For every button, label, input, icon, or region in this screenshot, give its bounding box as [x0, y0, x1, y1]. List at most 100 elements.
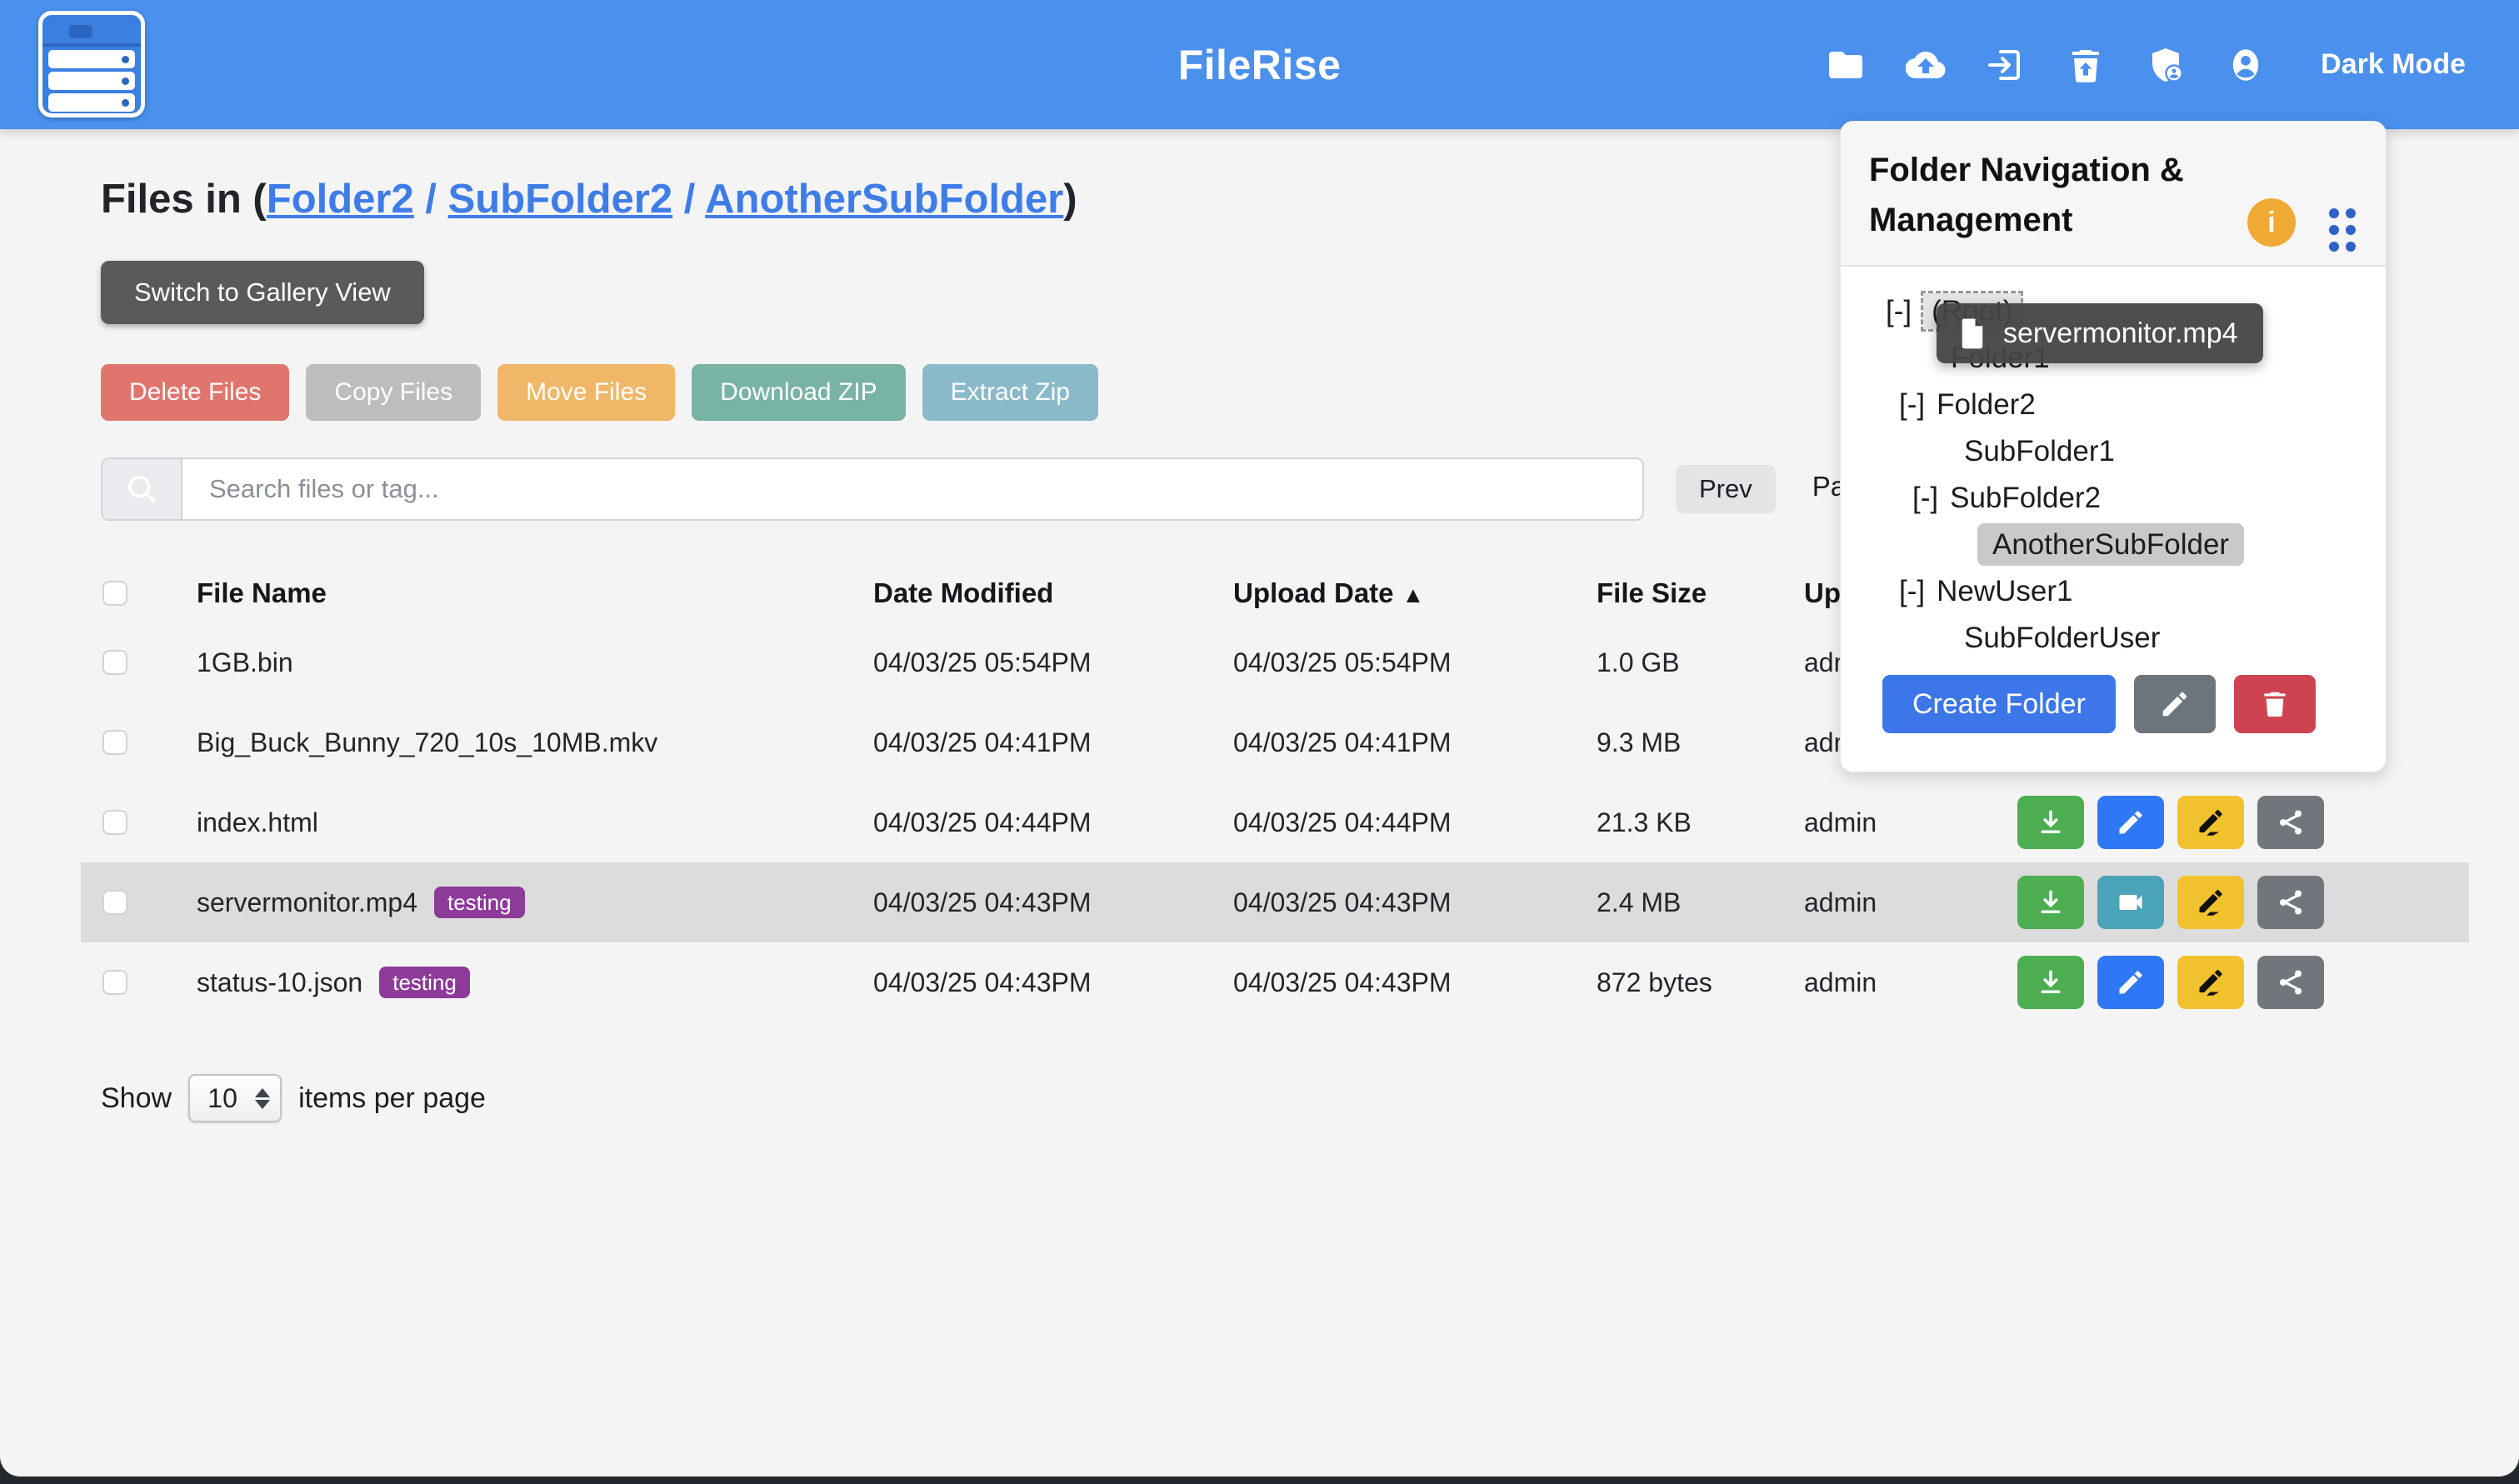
rename-folder-button[interactable] [2134, 675, 2216, 733]
row-checkbox[interactable] [102, 810, 127, 835]
folder-label[interactable]: SubFolder2 [1950, 482, 2101, 514]
switch-gallery-view-button[interactable]: Switch to Gallery View [101, 261, 424, 324]
column-header-upload-date[interactable]: Upload Date▲ [1233, 577, 1597, 609]
tree-collapse-toggle[interactable]: [-] [1886, 295, 1912, 327]
file-tag-badge: testing [434, 887, 525, 918]
delete-files-button[interactable]: Delete Files [101, 364, 289, 421]
folder-label[interactable]: Folder2 [1937, 388, 2036, 421]
folder-label[interactable]: AnotherSubFolder [1977, 523, 2244, 566]
restore-trash-icon[interactable] [2066, 45, 2106, 85]
app-header: FileRise Dark Mode [0, 0, 2519, 129]
download-file-button[interactable] [2017, 876, 2084, 929]
row-actions [2017, 876, 2324, 929]
upload-date: 04/03/25 04:43PM [1233, 967, 1597, 998]
uploader: admin [1804, 887, 2017, 918]
tag-file-button[interactable] [2177, 956, 2244, 1009]
breadcrumb-prefix: Files in ( [101, 177, 267, 222]
items-per-page-value: 10 [190, 1083, 255, 1114]
cloud-upload-icon[interactable] [1906, 45, 1946, 85]
row-checkbox[interactable] [102, 970, 127, 995]
file-size: 9.3 MB [1597, 727, 1804, 758]
file-name[interactable]: index.html [197, 807, 318, 838]
items-per-page: Show 10 items per page [101, 1074, 2519, 1122]
search-icon [102, 459, 182, 519]
file-size: 1.0 GB [1597, 647, 1804, 678]
move-files-button[interactable]: Move Files [497, 364, 675, 421]
download-zip-button[interactable]: Download ZIP [692, 364, 905, 421]
table-row: status-10.jsontesting04/03/25 04:43PM04/… [81, 942, 2469, 1022]
video-file-button[interactable] [2097, 876, 2164, 929]
select-all-checkbox[interactable] [102, 581, 127, 606]
folder-label[interactable]: SubFolderUser [1964, 622, 2160, 654]
table-row: index.html04/03/25 04:44PM04/03/25 04:44… [81, 782, 2469, 862]
admin-shield-icon[interactable] [2146, 45, 2186, 85]
file-name[interactable]: 1GB.bin [197, 647, 293, 678]
row-checkbox[interactable] [102, 730, 127, 755]
search-input[interactable] [182, 459, 1642, 519]
breadcrumb-link[interactable]: SubFolder2 [448, 177, 673, 222]
share-file-button[interactable] [2257, 796, 2324, 849]
breadcrumb-link[interactable]: Folder2 [267, 177, 414, 222]
share-file-button[interactable] [2257, 876, 2324, 929]
folder-icon[interactable] [1826, 45, 1866, 85]
folder-label[interactable]: SubFolder1 [1964, 435, 2115, 467]
tree-collapse-toggle[interactable]: [-] [1899, 575, 1925, 607]
folder-label[interactable]: NewUser1 [1937, 575, 2072, 607]
folder-panel-buttons: Create Folder [1841, 675, 2386, 772]
select-arrows-icon [255, 1088, 270, 1109]
dark-mode-toggle[interactable]: Dark Mode [2321, 48, 2466, 81]
folder-tree-item[interactable]: [-] Folder2 [1841, 382, 2386, 428]
uploader: admin [1804, 967, 2017, 998]
extract-zip-button[interactable]: Extract Zip [922, 364, 1098, 421]
download-file-button[interactable] [2017, 956, 2084, 1009]
edit-file-button[interactable] [2097, 956, 2164, 1009]
items-per-page-label: items per page [298, 1082, 486, 1115]
row-checkbox[interactable] [102, 890, 127, 915]
date-modified: 04/03/25 04:44PM [873, 807, 1233, 838]
sort-asc-icon: ▲ [1402, 582, 1425, 607]
file-name[interactable]: servermonitor.mp4 [197, 887, 417, 918]
items-per-page-select[interactable]: 10 [188, 1074, 282, 1122]
folder-tree-item[interactable]: SubFolderUser [1841, 615, 2386, 662]
tree-collapse-toggle[interactable]: [-] [1912, 482, 1938, 514]
tree-collapse-toggle[interactable]: [-] [1899, 388, 1925, 421]
file-name[interactable]: status-10.json [197, 967, 362, 998]
dragged-file-name: servermonitor.mp4 [2003, 317, 2238, 350]
row-actions [2017, 796, 2324, 849]
create-folder-button[interactable]: Create Folder [1882, 675, 2116, 733]
drag-handle-icon[interactable] [2329, 208, 2356, 252]
download-file-button[interactable] [2017, 796, 2084, 849]
copy-files-button[interactable]: Copy Files [306, 364, 481, 421]
file-size: 2.4 MB [1597, 887, 1804, 918]
header-toolbar: Dark Mode [1826, 45, 2466, 85]
breadcrumb-link[interactable]: AnotherSubFolder [705, 177, 1063, 222]
tag-file-button[interactable] [2177, 876, 2244, 929]
folder-tree-item[interactable]: [-] NewUser1 [1841, 568, 2386, 615]
drag-ghost-tooltip: servermonitor.mp4 [1937, 303, 2263, 363]
search-group [101, 457, 1644, 521]
folder-tree-item[interactable]: SubFolder1 [1841, 428, 2386, 475]
sign-in-icon[interactable] [1986, 45, 2026, 85]
date-modified: 04/03/25 04:41PM [873, 727, 1233, 758]
row-checkbox[interactable] [102, 650, 127, 675]
folder-tree-item[interactable]: AnotherSubFolder [1841, 522, 2386, 568]
tag-file-button[interactable] [2177, 796, 2244, 849]
edit-file-button[interactable] [2097, 796, 2164, 849]
date-modified: 04/03/25 04:43PM [873, 887, 1233, 918]
file-size: 21.3 KB [1597, 807, 1804, 838]
breadcrumb-separator: / [672, 177, 705, 222]
folder-tree-item[interactable]: [-] SubFolder2 [1841, 475, 2386, 522]
breadcrumb-separator: / [414, 177, 448, 222]
column-header-file-size[interactable]: File Size [1597, 577, 1804, 609]
column-header-file-name[interactable]: File Name [197, 577, 873, 609]
prev-page-button[interactable]: Prev [1676, 465, 1776, 513]
share-file-button[interactable] [2257, 956, 2324, 1009]
upload-date: 04/03/25 05:54PM [1233, 647, 1597, 678]
info-icon[interactable]: i [2247, 198, 2296, 247]
file-name[interactable]: Big_Buck_Bunny_720_10s_10MB.mkv [197, 727, 657, 758]
account-icon[interactable] [2226, 45, 2266, 85]
app-page: FileRise Dark Mode Files in (Folder2 / S… [0, 0, 2519, 1477]
delete-folder-button[interactable] [2234, 675, 2316, 733]
uploader: admin [1804, 807, 2017, 838]
column-header-date-modified[interactable]: Date Modified [873, 577, 1233, 609]
